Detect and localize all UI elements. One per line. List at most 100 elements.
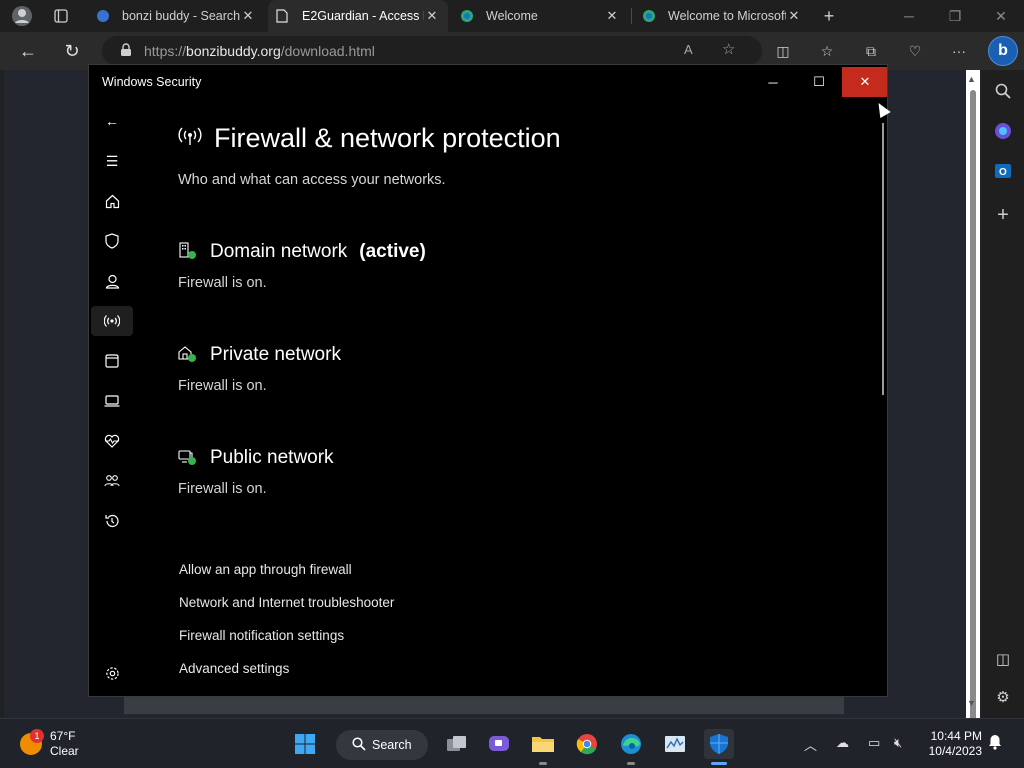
close-tab-icon[interactable]: ✕: [786, 8, 802, 24]
status-ok-check-icon: [188, 456, 196, 465]
firewall-icon[interactable]: [91, 306, 133, 336]
weather-moon-icon: 1: [20, 729, 44, 755]
page-vertical-scrollbar[interactable]: ▲ ▼: [966, 70, 980, 730]
page-subtitle: Who and what can access your networks.: [178, 172, 446, 188]
window-title: Windows Security: [102, 75, 202, 89]
tab-bonzi-search[interactable]: bonzi buddy - Search ✕: [88, 0, 264, 32]
active-app-indicator: [711, 762, 727, 765]
advanced-settings-link[interactable]: Advanced settings: [179, 661, 289, 676]
allow-app-link[interactable]: Allow an app through firewall: [179, 562, 352, 577]
browser-restore-icon[interactable]: ❐: [932, 0, 978, 32]
search-icon: [352, 736, 366, 754]
show-hidden-icons-chevron-icon[interactable]: ︿: [804, 735, 817, 754]
account-icon[interactable]: [89, 266, 135, 296]
domain-network-icon: [178, 241, 198, 263]
tab-welcome-microsoft[interactable]: Welcome to Microsoft ✕: [634, 0, 810, 32]
sidebar-settings-gear-icon[interactable]: ⚙: [990, 684, 1016, 710]
onedrive-cloud-icon[interactable]: ☁: [836, 735, 849, 751]
app-browser-icon[interactable]: [89, 346, 135, 376]
favorite-star-icon[interactable]: ☆: [722, 40, 735, 58]
browser-essentials-icon[interactable]: ♡: [904, 40, 926, 62]
start-windows-icon[interactable]: [290, 729, 320, 759]
shield-icon[interactable]: [89, 226, 135, 256]
browser-close-icon[interactable]: ✕: [978, 0, 1024, 32]
settings-icon[interactable]: [89, 658, 135, 688]
tab-title: bonzi buddy - Search: [122, 9, 240, 23]
status-ok-check-icon: [188, 250, 196, 259]
active-badge: (active): [359, 241, 426, 262]
edge-sidebar: O + ◫ ⚙: [982, 70, 1024, 718]
favorites-icon[interactable]: ☆: [816, 40, 838, 62]
url-text: https://bonzibuddy.org/download.html: [144, 43, 375, 59]
notification-badge: 1: [30, 729, 44, 743]
tab-actions-icon[interactable]: [48, 4, 74, 28]
new-tab-plus-icon[interactable]: +: [816, 4, 842, 28]
task-view-icon[interactable]: [442, 729, 472, 759]
troubleshooter-link[interactable]: Network and Internet troubleshooter: [179, 595, 394, 610]
notification-settings-link[interactable]: Firewall notification settings: [179, 628, 344, 643]
minimize-icon[interactable]: ─: [750, 67, 796, 97]
profile-avatar-icon[interactable]: [8, 4, 36, 28]
scroll-down-arrow-icon[interactable]: ▼: [967, 698, 976, 708]
notification-bell-icon[interactable]: [988, 734, 1002, 753]
tab-title: E2Guardian - Access Denied: [302, 9, 424, 23]
close-tab-icon[interactable]: ✕: [604, 8, 620, 24]
bing-favicon-icon: [96, 9, 110, 23]
history-icon[interactable]: [89, 506, 135, 536]
refresh-icon[interactable]: ↻: [58, 38, 86, 64]
close-icon[interactable]: ✕: [842, 67, 887, 97]
volume-muted-icon[interactable]: 🔇︎: [894, 735, 902, 751]
tab-e2guardian[interactable]: E2Guardian - Access Denied ✕: [268, 0, 448, 32]
copilot-bing-icon[interactable]: b: [988, 36, 1018, 66]
task-manager-icon[interactable]: [660, 729, 690, 759]
public-network-link[interactable]: Public network: [178, 447, 334, 469]
network-display-icon[interactable]: ▭: [868, 735, 880, 751]
home-icon[interactable]: [89, 186, 135, 216]
read-aloud-icon[interactable]: A: [684, 42, 693, 57]
teams-chat-icon[interactable]: [484, 729, 514, 759]
address-bar[interactable]: https://bonzibuddy.org/download.html A ☆: [102, 36, 762, 66]
taskbar-search-button[interactable]: Search: [336, 730, 428, 760]
device-icon[interactable]: [89, 386, 135, 416]
domain-network-link[interactable]: Domain network (active): [178, 241, 426, 263]
health-icon[interactable]: [89, 426, 135, 456]
windows-taskbar: 1 67°F Clear Search ︿ ☁ ▭ 🔇︎ 10:44 PM 10…: [0, 718, 1024, 768]
more-options-icon[interactable]: ···: [948, 40, 970, 62]
system-clock[interactable]: 10:44 PM 10/4/2023: [920, 729, 982, 759]
lock-icon: [120, 42, 132, 60]
search-label: Search: [372, 738, 412, 752]
add-sidebar-app-icon[interactable]: +: [990, 202, 1016, 228]
private-network-link[interactable]: Private network: [178, 344, 341, 366]
scrollbar-thumb[interactable]: [970, 90, 976, 730]
outlook-icon[interactable]: O: [990, 158, 1016, 184]
maximize-icon[interactable]: ☐: [796, 67, 842, 97]
edge-browser-icon[interactable]: [616, 729, 646, 765]
family-icon[interactable]: [89, 466, 135, 496]
back-icon[interactable]: ←: [89, 106, 135, 136]
tab-welcome[interactable]: Welcome ✕: [452, 0, 628, 32]
menu-icon[interactable]: ☰: [89, 146, 135, 176]
content-scrollbar[interactable]: [882, 123, 884, 395]
close-tab-icon[interactable]: ✕: [240, 8, 256, 24]
weather-condition: Clear: [50, 744, 79, 758]
network-status: Firewall is on.: [178, 481, 267, 497]
collections-icon[interactable]: ⧉: [860, 40, 882, 62]
network-status: Firewall is on.: [178, 378, 267, 394]
split-screen-icon[interactable]: ◫: [772, 40, 794, 62]
page-horizontal-strip: [124, 697, 844, 714]
network-status: Firewall is on.: [178, 275, 267, 291]
copilot-sidebar-icon[interactable]: [990, 118, 1016, 144]
browser-minimize-icon[interactable]: ─: [886, 0, 932, 32]
scroll-up-arrow-icon[interactable]: ▲: [967, 74, 976, 84]
firewall-broadcast-icon: [178, 126, 202, 152]
search-icon[interactable]: [990, 78, 1016, 104]
hide-sidebar-icon[interactable]: ◫: [990, 646, 1016, 672]
file-explorer-icon[interactable]: [528, 729, 558, 765]
close-tab-icon[interactable]: ✕: [424, 8, 440, 24]
network-name: Domain network: [210, 241, 348, 262]
weather-widget[interactable]: 1 67°F Clear: [20, 729, 79, 759]
windows-security-taskbar-icon[interactable]: [704, 729, 734, 765]
chrome-icon[interactable]: [572, 729, 602, 759]
clock-time: 10:44 PM: [930, 729, 982, 743]
back-arrow-icon[interactable]: ←: [14, 38, 42, 64]
